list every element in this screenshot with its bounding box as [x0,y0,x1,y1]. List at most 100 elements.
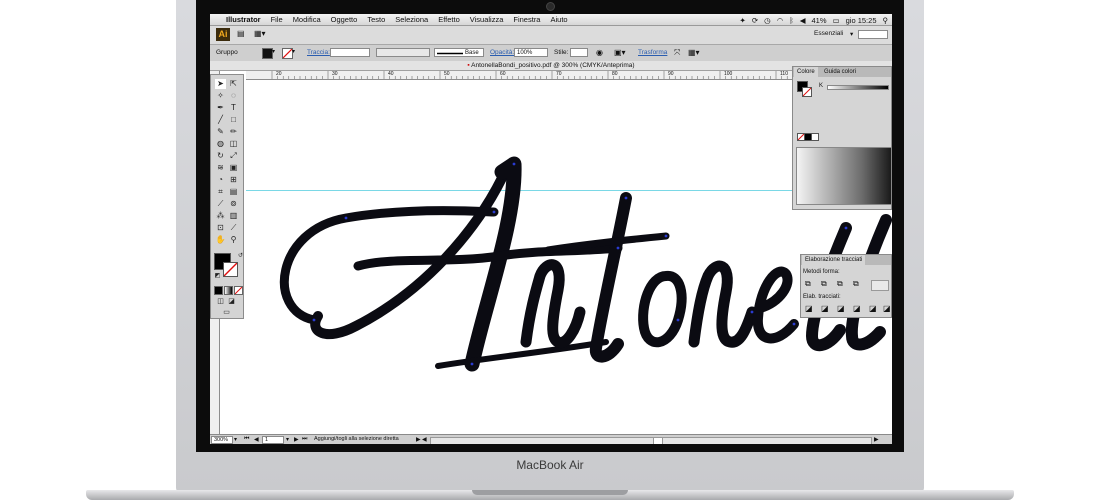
wifi-icon[interactable]: ◠ [777,16,784,25]
rectangle-tool-icon[interactable]: □ [228,115,239,125]
gradient-tool-icon[interactable]: ▤ [228,187,239,197]
color-spectrum[interactable] [796,147,892,205]
unite-icon[interactable]: ⧉ [805,279,811,289]
eyedropper-tool-icon[interactable]: ⟋ [215,199,226,209]
bluetooth-icon[interactable]: ᛒ [789,16,794,25]
draw-inside-icon[interactable]: ◪ [226,297,237,307]
arrange-documents-icon[interactable]: ▦▾ [254,29,266,38]
gradient-mode-icon[interactable] [224,286,233,295]
volume-icon[interactable]: ◀ [800,16,806,25]
document-tab[interactable]: ▪ AntonellaBondi_positivo.pdf @ 300% (CM… [210,61,892,71]
scale-tool-icon[interactable]: ⤢ [228,151,239,161]
color-mode-icon[interactable] [214,286,223,295]
scroll-right-icon[interactable]: ▶ [874,436,879,443]
chevron-down-icon[interactable]: ▾ [234,436,237,443]
next-artboard-icon[interactable]: ▶ [294,436,299,443]
zoom-tool-icon[interactable]: ⚲ [228,235,239,245]
menu-oggetto[interactable]: Oggetto [331,15,358,24]
type-tool-icon[interactable]: T [228,103,239,113]
outline-icon[interactable]: ◪ [869,304,877,313]
search-icon[interactable]: ⚲ [883,16,889,25]
menu-clock[interactable]: gio 15:25 [846,16,877,25]
rotate-tool-icon[interactable]: ↻ [215,151,226,161]
chevron-down-icon[interactable]: ▾ [286,436,289,443]
status-menu-icon[interactable]: ▶ [416,436,421,443]
tab-colore[interactable]: Colore [794,67,818,77]
drawing-modes-icon[interactable]: ◫ [215,297,226,307]
menu-effetto[interactable]: Effetto [438,15,460,24]
opacity-panel-link[interactable]: Opacità: [490,49,514,56]
artboard-number-field[interactable]: 1 [262,436,284,444]
menu-testo[interactable]: Testo [367,15,385,24]
time-machine-icon[interactable]: ◷ [764,16,771,25]
symbol-sprayer-tool-icon[interactable]: ⁂ [215,211,226,221]
workspace-switcher[interactable]: Essenziali [814,30,843,37]
intersect-icon[interactable]: ⧉ [837,279,843,289]
line-tool-icon[interactable]: ╱ [215,115,226,125]
divide-icon[interactable]: ◪ [805,304,813,313]
dropbox-icon[interactable]: ✦ [740,16,746,25]
scroll-left-icon[interactable]: ◀ [422,436,427,443]
opacity-field[interactable]: 100% [514,48,548,57]
zoom-level-field[interactable]: 300% [211,436,233,444]
pathfinder-title[interactable]: Elaborazione tracciati [802,255,866,265]
document-setup-icon[interactable]: ◉ [596,48,603,57]
white-swatch[interactable] [811,133,819,141]
artboard-tool-icon[interactable]: ⊡ [215,223,226,233]
menu-app-name[interactable]: Illustrator [226,15,261,24]
magic-wand-tool-icon[interactable]: ✧ [215,91,226,101]
battery-percent[interactable]: 41% [812,16,827,25]
battery-icon[interactable]: ▭ [833,16,840,25]
last-artboard-icon[interactable]: ⏭ [302,436,307,443]
screen-mode-icon[interactable]: ▭ [221,308,232,318]
stroke-panel-link[interactable]: Traccia: [307,49,330,56]
tab-guida-colori[interactable]: Guida colori [821,67,859,77]
pen-tool-icon[interactable]: ✒ [215,103,226,113]
menu-file[interactable]: File [271,15,283,24]
lasso-tool-icon[interactable]: ◌ [228,91,239,101]
panel-menu-icon[interactable]: ▦▾ [688,48,700,57]
menu-seleziona[interactable]: Seleziona [395,15,428,24]
swap-fill-stroke-icon[interactable]: ↺ [235,251,246,261]
blob-brush-tool-icon[interactable]: ◍ [215,139,226,149]
stroke-weight-field[interactable] [330,48,370,57]
bridge-icon[interactable]: ▤ [237,29,245,38]
paintbrush-tool-icon[interactable]: ✎ [215,127,226,137]
menu-finestra[interactable]: Finestra [513,15,540,24]
eraser-tool-icon[interactable]: ◫ [228,139,239,149]
mesh-tool-icon[interactable]: ⌗ [215,187,226,197]
expand-button[interactable] [871,280,889,291]
panel-stroke-swatch[interactable] [802,87,812,97]
transform-panel-link[interactable]: Trasforma [638,49,667,56]
align-icon[interactable]: ▣▾ [614,48,626,57]
shape-builder-tool-icon[interactable]: ◔ [215,175,226,185]
crop-icon[interactable]: ◪ [853,304,861,313]
minus-front-icon[interactable]: ⧉ [821,279,827,289]
stroke-color-swatch[interactable] [223,262,238,277]
sync-icon[interactable]: ⟳ [752,16,758,25]
perspective-grid-tool-icon[interactable]: ⊞ [228,175,239,185]
menu-visualizza[interactable]: Visualizza [470,15,504,24]
none-mode-icon[interactable] [234,286,243,295]
slice-tool-icon[interactable]: ⟋ [228,223,239,233]
selection-tool-icon[interactable]: ➤ [215,79,226,89]
column-graph-tool-icon[interactable]: ▥ [228,211,239,221]
trim-icon[interactable]: ◪ [821,304,829,313]
hand-tool-icon[interactable]: ✋ [215,235,226,245]
menu-modifica[interactable]: Modifica [293,15,321,24]
scrollbar-thumb[interactable] [653,438,663,444]
pencil-tool-icon[interactable]: ✏ [228,127,239,137]
minus-back-icon[interactable]: ◪ [883,304,891,313]
first-artboard-icon[interactable]: ⏮ [244,436,249,443]
chevron-down-icon[interactable]: ▾ [272,48,275,55]
exclude-icon[interactable]: ⧉ [853,279,859,289]
brush-definition-select[interactable]: Base [434,48,484,57]
menu-aiuto[interactable]: Aiuto [550,15,567,24]
merge-icon[interactable]: ◪ [837,304,845,313]
isolate-group-icon[interactable]: ⤧ [674,48,680,58]
previous-artboard-icon[interactable]: ◀ [254,436,259,443]
chevron-down-icon[interactable]: ▾ [292,48,295,55]
chevron-down-icon[interactable]: ▾ [850,30,853,38]
default-colors-icon[interactable]: ◩ [212,271,223,281]
blend-tool-icon[interactable]: ⊚ [228,199,239,209]
